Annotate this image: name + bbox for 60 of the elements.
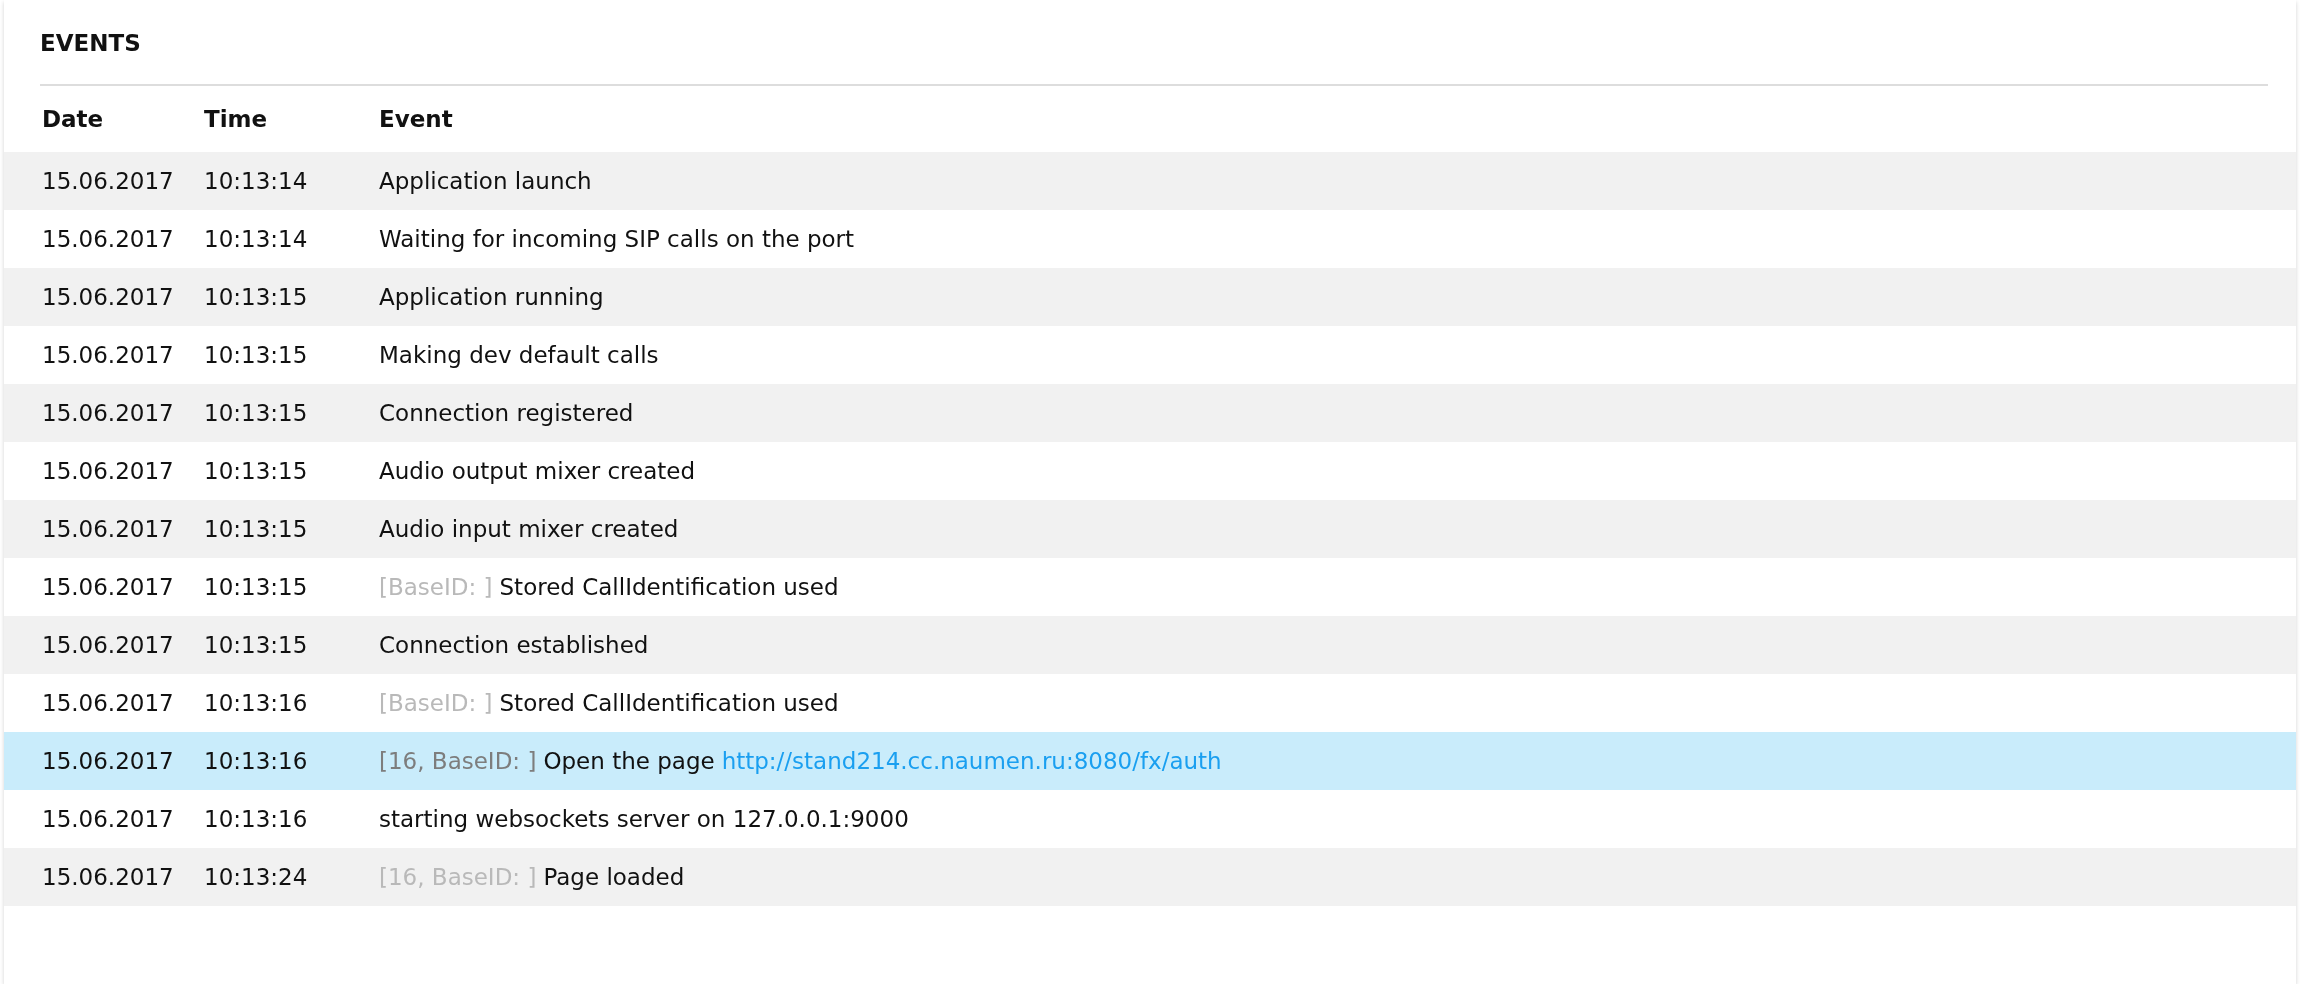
time-cell-text: 10:13:16 <box>204 690 309 716</box>
event-text: Page loaded <box>543 864 685 890</box>
time-cell-text: 10:13:15 <box>204 458 309 484</box>
column-header: Event <box>379 106 453 132</box>
date-cell-text: 15.06.2017 <box>41 168 175 194</box>
event-text: Audio output mixer created <box>379 458 696 484</box>
date-cell-text: 15.06.2017 <box>41 226 175 252</box>
time-cell-text: 10:13:14 <box>204 168 309 194</box>
date-cell-text: 15.06.2017 <box>41 458 175 484</box>
date-cell-text: 15.06.2017 <box>41 574 175 600</box>
time-cell-text: 10:13:15 <box>204 284 309 310</box>
event-text: Making dev default calls <box>379 342 659 368</box>
table-row[interactable]: 15.06.2017 10:13:16 [BaseID: ] Stored CallIdentification used <box>4 674 2296 732</box>
event-text: Application running <box>379 284 604 310</box>
time-cell-text: 10:13:24 <box>204 864 309 890</box>
event-text: Stored CallIdentification used <box>499 574 839 600</box>
time-cell-text: 10:13:16 <box>204 748 309 774</box>
time-cell-text: 10:13:15 <box>204 342 309 368</box>
date-cell-text: 15.06.2017 <box>41 400 175 426</box>
time-cell-text: 10:13:14 <box>204 226 309 252</box>
base-id-label: [BaseID: ] <box>379 574 493 600</box>
date-cell-text: 15.06.2017 <box>41 342 175 368</box>
table-row[interactable]: 15.06.2017 10:13:15 Application running <box>4 268 2296 326</box>
table-row[interactable]: 15.06.2017 10:13:14 Waiting for incoming SIP calls on the port <box>4 210 2296 268</box>
event-text: Open the page <box>543 748 715 774</box>
base-id-label: [BaseID: ] <box>379 690 493 716</box>
event-text: Waiting for incoming SIP calls on the port <box>379 226 855 252</box>
time-cell-text: 10:13:15 <box>204 632 309 658</box>
table-row[interactable]: 15.06.2017 10:13:15 Connection registered <box>4 384 2296 442</box>
time-cell-text: 10:13:15 <box>204 516 309 542</box>
panel-title: EVENTS <box>40 29 141 56</box>
column-header: Time <box>204 106 269 132</box>
date-cell-text: 15.06.2017 <box>41 284 175 310</box>
table-row[interactable]: 15.06.2017 10:13:14 Application launch <box>4 152 2296 210</box>
event-text: starting websockets server on 127.0.0.1:9000 <box>379 806 909 832</box>
event-text: Audio input mixer created <box>379 516 679 542</box>
date-cell-text: 15.06.2017 <box>41 806 175 832</box>
date-cell-text: 15.06.2017 <box>41 864 175 890</box>
time-cell-text: 10:13:15 <box>204 574 309 600</box>
date-cell-text: 15.06.2017 <box>41 516 175 542</box>
date-cell-text: 15.06.2017 <box>41 748 175 774</box>
column-header: Date <box>41 106 105 132</box>
base-id-label: [16, BaseID: ] <box>379 748 537 774</box>
table-row[interactable]: 15.06.2017 10:13:15 [BaseID: ] Stored CallIdentification used <box>4 558 2296 616</box>
base-id-label: [16, BaseID: ] <box>379 864 537 890</box>
time-cell-text: 10:13:15 <box>204 400 309 426</box>
table-row[interactable]: 15.06.2017 10:13:16 starting websockets server on 127.0.0.1:9000 <box>4 790 2296 848</box>
table-row[interactable]: 15.06.2017 10:13:16 [16, BaseID: ] Open the page http://stand214.cc.naumen.ru:8080/fx/auth <box>4 732 2296 790</box>
event-text: Application launch <box>379 168 592 194</box>
table-row[interactable]: 15.06.2017 10:13:15 Audio input mixer created <box>4 500 2296 558</box>
event-text: Connection established <box>379 632 649 658</box>
event-text: Connection registered <box>379 400 634 426</box>
table-row[interactable]: 15.06.2017 10:13:15 Audio output mixer created <box>4 442 2296 500</box>
time-cell-text: 10:13:16 <box>204 806 309 832</box>
table-row[interactable]: 15.06.2017 10:13:15 Connection established <box>4 616 2296 674</box>
date-cell-text: 15.06.2017 <box>41 632 175 658</box>
table-row[interactable]: 15.06.2017 10:13:24 [16, BaseID: ] Page loaded <box>4 848 2296 906</box>
table-row[interactable]: 15.06.2017 10:13:15 Making dev default calls <box>4 326 2296 384</box>
event-text: Stored CallIdentification used <box>499 690 839 716</box>
date-cell-text: 15.06.2017 <box>41 690 175 716</box>
